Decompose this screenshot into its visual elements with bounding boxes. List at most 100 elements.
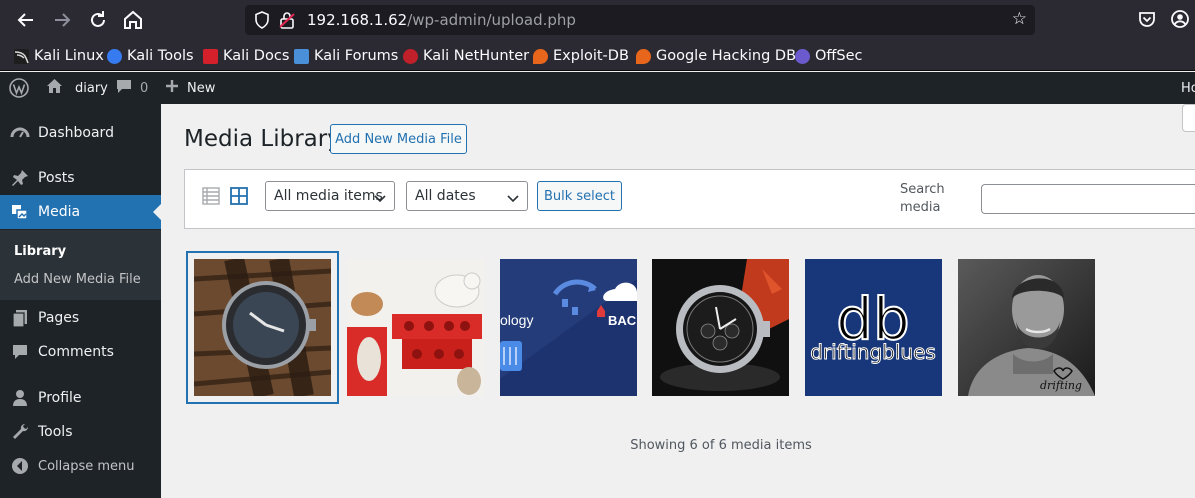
menu-profile[interactable]: Profile <box>0 381 161 415</box>
bookmark-label: OffSec <box>815 48 863 64</box>
chronograph-image <box>652 259 789 396</box>
comment-bubble-icon <box>116 79 132 98</box>
cats-image <box>347 259 484 396</box>
menu-pages[interactable]: Pages <box>0 301 161 335</box>
menu-comments[interactable]: Comments <box>0 335 161 369</box>
portrait-image: drifting <box>958 259 1095 396</box>
howdy-user-link[interactable]: Ho <box>1181 72 1195 104</box>
url-text[interactable]: 192.168.1.62/wp-admin/upload.php <box>307 11 576 29</box>
watch-on-wood-image <box>194 259 331 396</box>
bookmark-kali-forums[interactable]: Kali Forums <box>294 46 398 66</box>
drifting-tattoo-text: drifting <box>1040 379 1082 392</box>
media-items-count: Showing 6 of 6 media items <box>630 438 812 453</box>
back-icon[interactable] <box>14 8 38 32</box>
account-icon[interactable] <box>1170 9 1190 29</box>
bookmark-label: Kali Tools <box>127 48 194 64</box>
menu-label: Media <box>38 204 81 220</box>
comments-link[interactable]: 0 <box>116 72 148 104</box>
menu-label: Dashboard <box>38 125 114 141</box>
bookmark-star-icon[interactable]: ☆ <box>1012 9 1027 29</box>
menu-label: Collapse menu <box>38 458 135 474</box>
kali-tools-icon <box>107 48 122 64</box>
user-icon <box>10 388 30 408</box>
wordpress-logo-icon[interactable] <box>9 72 29 104</box>
comment-icon <box>10 342 30 362</box>
media-submenu: Library Add New Media File <box>0 230 161 300</box>
attachment-chronograph-watch[interactable] <box>652 259 789 396</box>
nethunter-icon <box>403 48 418 64</box>
house-icon <box>46 78 63 98</box>
chevron-down-icon <box>374 191 386 203</box>
address-bar[interactable]: 192.168.1.62/wp-admin/upload.php ☆ <box>245 5 1035 35</box>
grid-view-icon[interactable] <box>229 186 249 206</box>
shield-icon[interactable] <box>254 11 270 29</box>
kali-forums-icon <box>294 48 309 64</box>
site-name-link[interactable]: diary <box>46 72 108 104</box>
date-filter[interactable]: All dates <box>406 181 528 211</box>
menu-dashboard[interactable]: Dashboard <box>0 116 161 150</box>
media-type-filter[interactable]: All media items <box>265 181 395 211</box>
home-icon[interactable] <box>121 8 145 32</box>
exploit-db-icon <box>533 48 548 64</box>
bookmark-kali-tools[interactable]: Kali Tools <box>107 46 194 66</box>
menu-posts[interactable]: Posts <box>0 161 161 195</box>
dashboard-icon <box>10 123 30 143</box>
wp-admin-bar: diary 0 New Ho <box>0 72 1195 104</box>
menu-label: Profile <box>38 390 82 406</box>
bookmark-label: Kali Linux <box>34 48 104 64</box>
bac-text: BAC <box>608 313 637 328</box>
chevron-down-icon <box>507 191 519 203</box>
menu-media[interactable]: Media <box>0 195 161 229</box>
browser-toolbar: 192.168.1.62/wp-admin/upload.php ☆ <box>0 0 1195 40</box>
bookmark-offsec[interactable]: OffSec <box>795 46 863 66</box>
ghdb-icon <box>636 48 651 64</box>
bookmark-exploit-db[interactable]: Exploit-DB <box>533 46 629 66</box>
attachment-technology-backup[interactable]: ology BAC <box>500 259 637 396</box>
bookmark-kali-docs[interactable]: Kali Docs <box>203 46 289 66</box>
insecure-lock-icon[interactable] <box>279 11 295 29</box>
bookmark-label: Kali NetHunter <box>423 48 530 64</box>
add-new-media-button[interactable]: Add New Media File <box>330 124 467 154</box>
plus-icon <box>165 79 179 97</box>
media-type-value: All media items <box>274 188 383 204</box>
url-host: 192.168.1.62 <box>307 11 408 29</box>
offsec-icon <box>795 48 810 64</box>
bookmark-kali-linux[interactable]: Kali Linux <box>14 46 104 66</box>
kali-docs-icon <box>203 48 218 64</box>
new-content-link[interactable]: New <box>165 72 215 104</box>
search-media-input[interactable] <box>981 184 1195 214</box>
media-icon <box>10 202 30 222</box>
pin-icon <box>10 168 30 188</box>
attachment-watch-on-wood[interactable] <box>194 259 331 396</box>
attachment-cats-on-red-boxes[interactable] <box>347 259 484 396</box>
menu-collapse[interactable]: Collapse menu <box>0 449 161 483</box>
submenu-library[interactable]: Library <box>14 244 66 259</box>
url-path: /wp-admin/upload.php <box>407 11 576 29</box>
submenu-add-new[interactable]: Add New Media File <box>14 272 141 287</box>
collapse-icon <box>10 456 30 476</box>
driftingblues-text: driftingblues <box>810 340 936 364</box>
screen-options-tab[interactable] <box>1182 104 1195 132</box>
new-label: New <box>187 80 216 96</box>
bulk-select-button[interactable]: Bulk select <box>537 181 622 211</box>
menu-label: Comments <box>38 344 114 360</box>
bookmark-label: Google Hacking DB <box>656 48 797 64</box>
driftingblues-logo-image: db driftingblues <box>805 259 942 396</box>
reload-icon[interactable] <box>86 8 110 32</box>
attachment-driftingblues-logo[interactable]: db driftingblues <box>805 259 942 396</box>
menu-label: Posts <box>38 170 75 186</box>
attachment-man-portrait[interactable]: drifting <box>958 259 1095 396</box>
current-menu-arrow <box>153 204 161 220</box>
bookmark-kali-nethunter[interactable]: Kali NetHunter <box>403 46 529 66</box>
menu-label: Pages <box>38 310 80 326</box>
pages-icon <box>10 308 30 328</box>
forward-icon[interactable] <box>50 8 74 32</box>
pocket-icon[interactable] <box>1137 9 1157 29</box>
search-media-label: Search media <box>900 182 945 215</box>
list-view-icon[interactable] <box>201 186 221 206</box>
kali-dragon-icon <box>14 48 29 64</box>
bookmark-label: Exploit-DB <box>553 48 629 64</box>
bookmark-google-hacking-db[interactable]: Google Hacking DB <box>636 46 796 66</box>
ology-text: ology <box>500 312 533 328</box>
site-name: diary <box>75 80 108 96</box>
